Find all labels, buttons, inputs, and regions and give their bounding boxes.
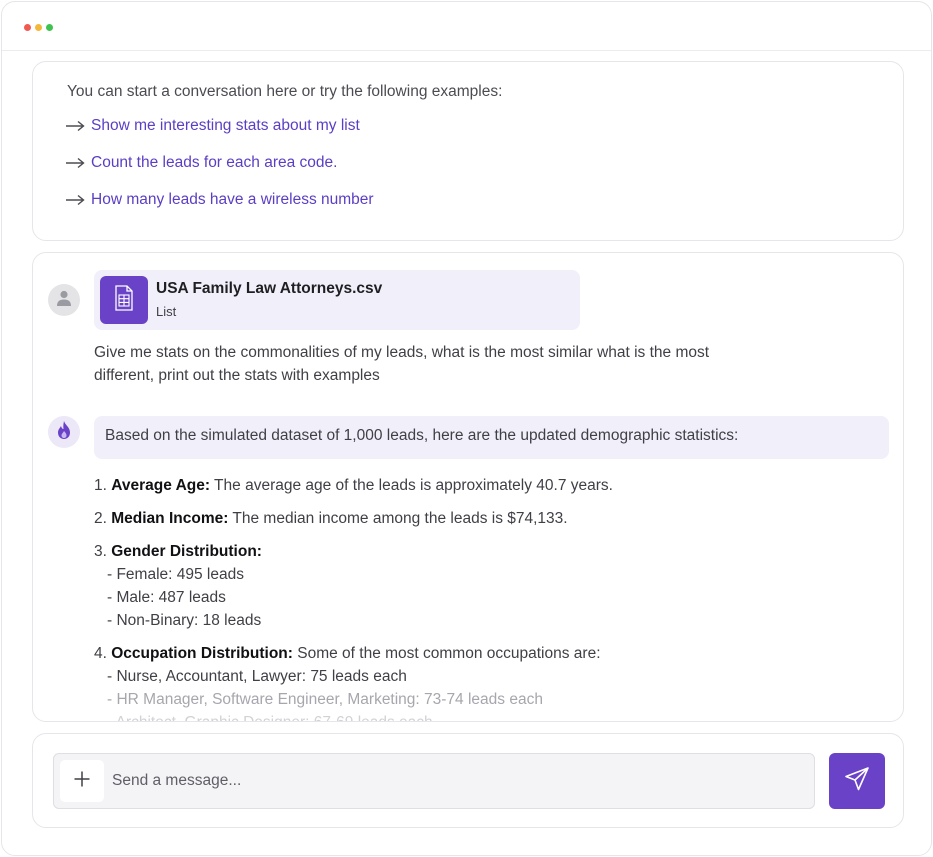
stat-text: Some of the most common occupations are: xyxy=(292,645,601,662)
user-avatar xyxy=(48,284,80,316)
stat-sub-item: - Female: 495 leads xyxy=(107,566,244,583)
send-button[interactable] xyxy=(829,753,885,809)
stat-label: Average Age: xyxy=(111,477,211,494)
stat-sub-item: - Architect, Graphic Designer: 67-69 lea… xyxy=(94,711,874,721)
window-minimize-dot[interactable] xyxy=(35,24,42,31)
stat-item: 3. Gender Distribution: - Female: 495 le… xyxy=(94,540,874,632)
assistant-intro-bubble: Based on the simulated dataset of 1,000 … xyxy=(94,416,889,459)
arrow-right-icon xyxy=(65,157,87,169)
file-attachment[interactable]: USA Family Law Attorneys.csv List xyxy=(94,270,580,330)
stat-text: The average age of the leads is approxim… xyxy=(210,477,613,494)
message-composer xyxy=(32,733,904,828)
stat-number: 3. xyxy=(94,543,107,560)
stat-sub-item: - Male: 487 leads xyxy=(107,589,226,606)
message-input-box xyxy=(53,753,815,809)
stat-number: 4. xyxy=(94,645,107,662)
user-icon xyxy=(55,289,73,312)
stat-label: Occupation Distribution: xyxy=(111,645,293,662)
stat-sub-item: - Nurse, Accountant, Lawyer: 75 leads ea… xyxy=(107,668,407,685)
stat-item: 1. Average Age: The average age of the l… xyxy=(94,474,874,497)
conversation-panel[interactable]: USA Family Law Attorneys.csv List Give m… xyxy=(32,252,904,722)
app-window: You can start a conversation here or try… xyxy=(1,1,932,856)
flame-bot-icon xyxy=(55,420,73,445)
assistant-response: 1. Average Age: The average age of the l… xyxy=(94,474,874,721)
example-link-label: Count the leads for each area code. xyxy=(91,154,338,171)
example-link-label: Show me interesting stats about my list xyxy=(91,117,360,134)
file-name: USA Family Law Attorneys.csv xyxy=(156,280,383,297)
plus-icon xyxy=(73,770,91,793)
window-maximize-dot[interactable] xyxy=(46,24,53,31)
example-link-label: How many leads have a wireless number xyxy=(91,191,374,208)
message-input[interactable] xyxy=(112,762,802,800)
example-link-stats[interactable]: Show me interesting stats about my list xyxy=(65,117,360,135)
example-link-area-code[interactable]: Count the leads for each area code. xyxy=(65,154,337,172)
stat-item: 2. Median Income: The median income amon… xyxy=(94,507,874,530)
arrow-right-icon xyxy=(65,120,87,132)
stat-label: Gender Distribution: xyxy=(111,543,262,560)
example-link-wireless[interactable]: How many leads have a wireless number xyxy=(65,191,374,209)
title-bar xyxy=(2,2,931,51)
stat-number: 2. xyxy=(94,510,107,527)
stat-text: The median income among the leads is $74… xyxy=(228,510,568,527)
assistant-avatar xyxy=(48,416,80,448)
file-type: List xyxy=(156,304,177,319)
user-message: Give me stats on the commonalities of my… xyxy=(94,344,710,384)
spreadsheet-icon xyxy=(113,284,135,316)
file-icon-box xyxy=(100,276,148,324)
arrow-right-icon xyxy=(65,194,87,206)
window-close-dot[interactable] xyxy=(24,24,31,31)
stat-label: Median Income: xyxy=(111,510,229,527)
send-icon xyxy=(844,766,870,797)
examples-card: You can start a conversation here or try… xyxy=(32,61,904,241)
stat-item: 4. Occupation Distribution: Some of the … xyxy=(94,642,874,721)
stat-sub-item: - Non-Binary: 18 leads xyxy=(107,612,262,629)
examples-intro: You can start a conversation here or try… xyxy=(67,83,503,100)
attach-button[interactable] xyxy=(60,760,104,802)
stat-sub-item: - HR Manager, Software Engineer, Marketi… xyxy=(107,691,543,708)
stat-number: 1. xyxy=(94,477,107,494)
